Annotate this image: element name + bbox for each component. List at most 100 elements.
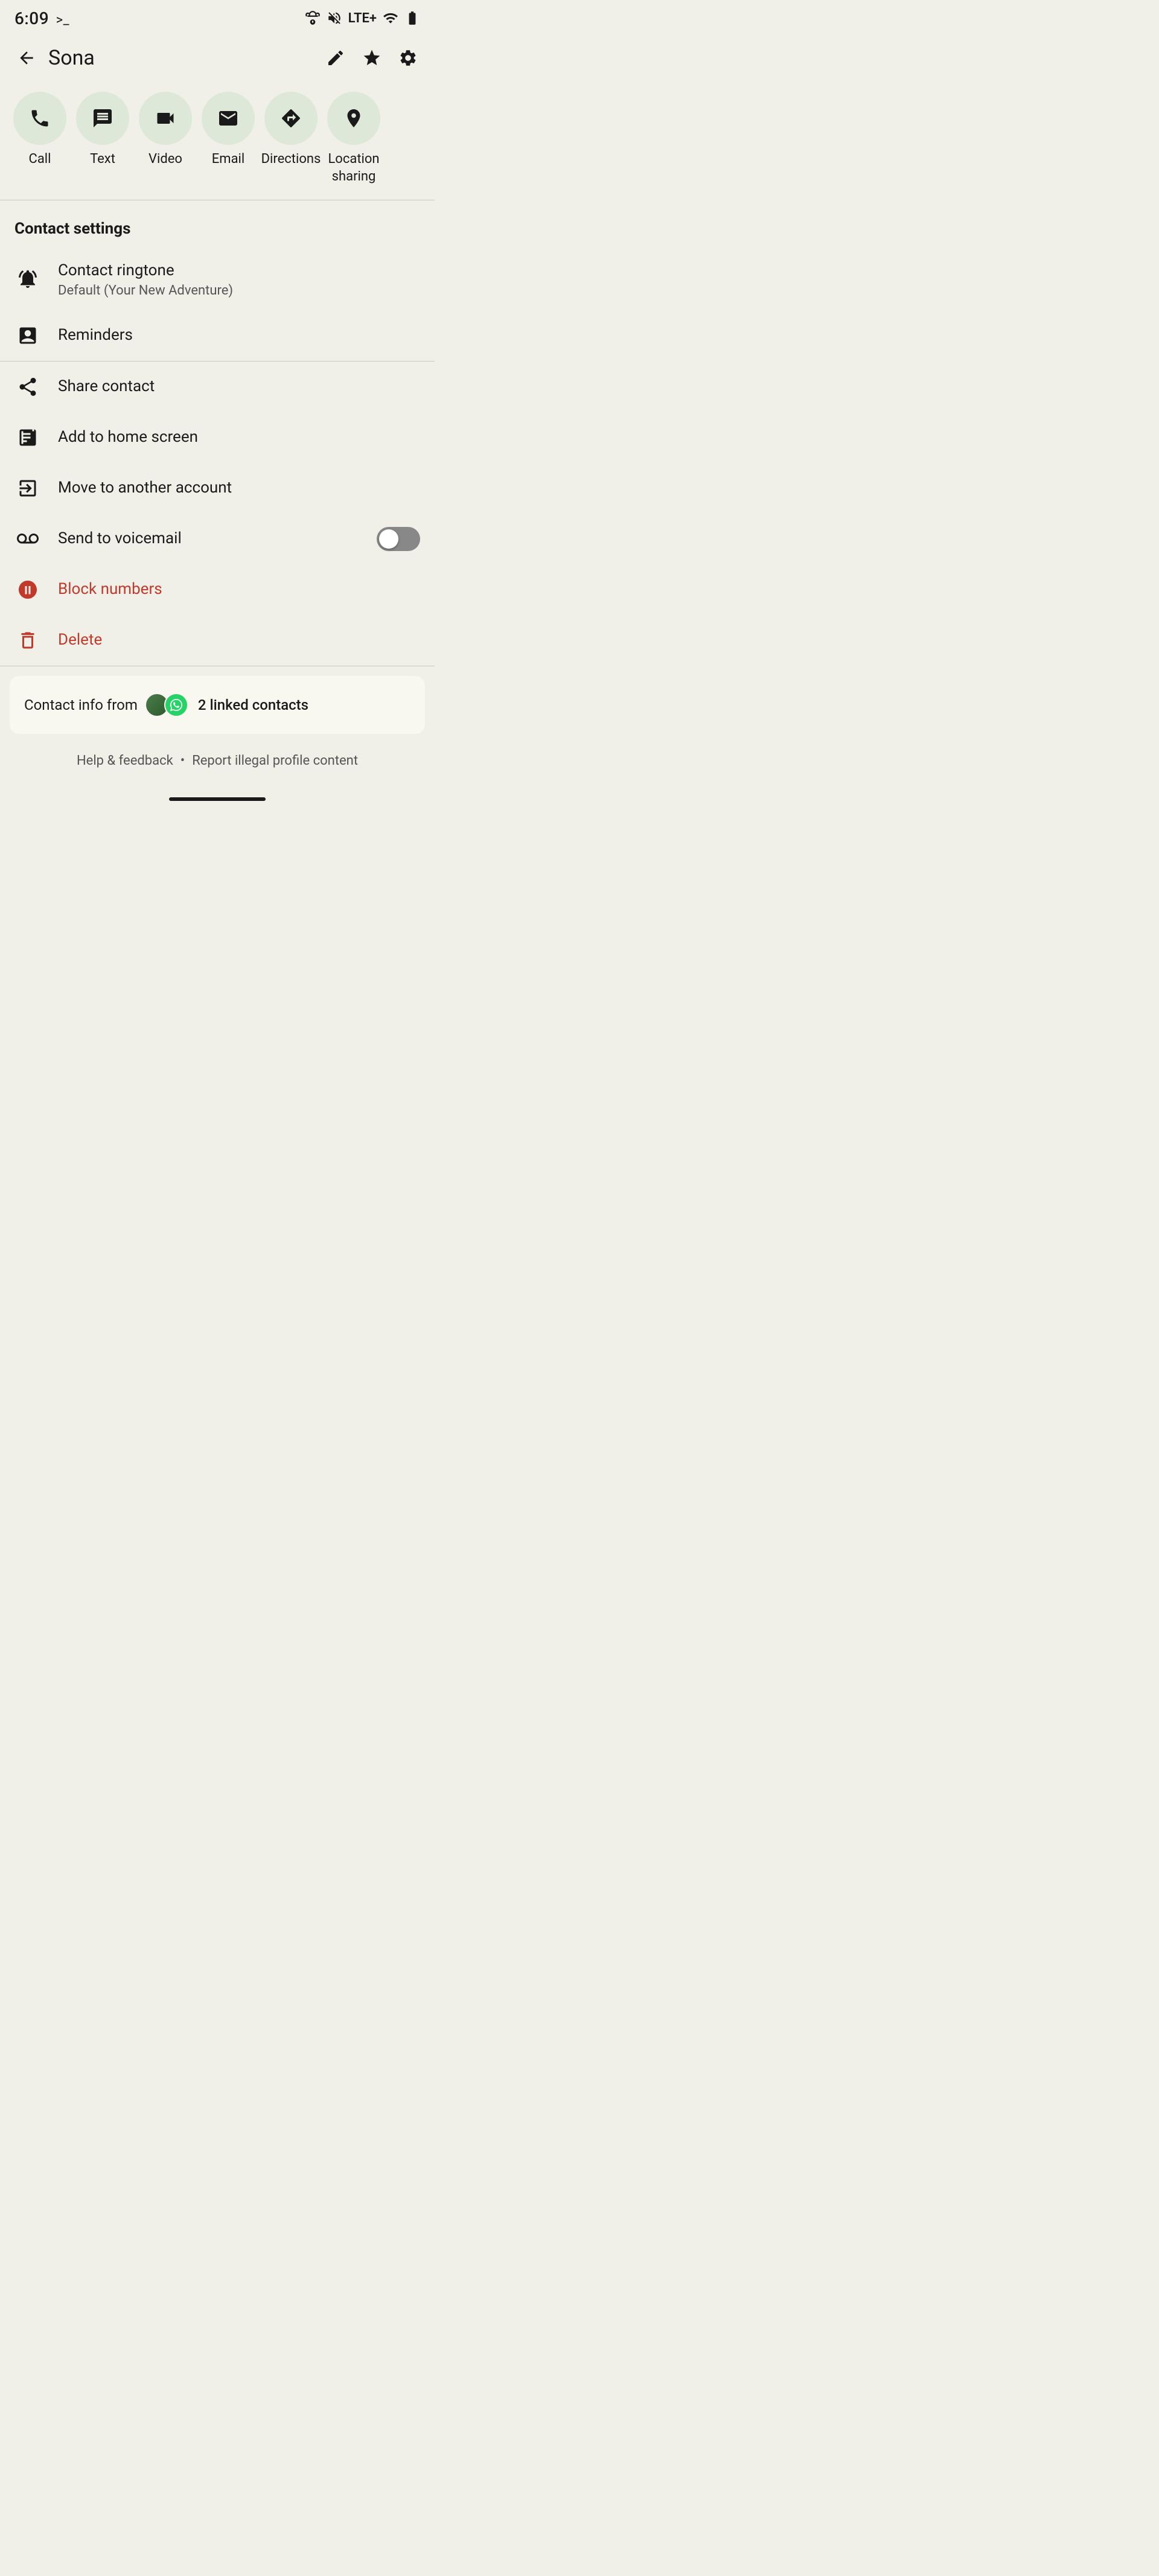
alarm-icon bbox=[305, 10, 321, 26]
toggle-thumb bbox=[379, 529, 398, 549]
footer-links: Help & feedback • Report illegal profile… bbox=[0, 734, 435, 788]
email-label: Email bbox=[212, 151, 244, 168]
reminders-item[interactable]: Reminders bbox=[0, 310, 435, 361]
homescreen-icon-container bbox=[14, 424, 41, 451]
reminders-text: Reminders bbox=[58, 324, 420, 346]
action-directions[interactable]: Directions bbox=[261, 92, 321, 185]
move-item[interactable]: Move to another account bbox=[0, 463, 435, 514]
action-video[interactable]: Video bbox=[135, 92, 196, 185]
battery-icon bbox=[404, 10, 420, 26]
ringtone-icon bbox=[17, 268, 39, 290]
directions-icon bbox=[280, 107, 302, 129]
reminders-icon bbox=[17, 325, 39, 346]
home-bar bbox=[169, 797, 266, 801]
action-email[interactable]: Email bbox=[198, 92, 258, 185]
action-location[interactable]: Locationsharing bbox=[324, 92, 384, 185]
homescreen-icon bbox=[17, 427, 39, 448]
voicemail-icon-container bbox=[14, 526, 41, 552]
edit-icon bbox=[326, 48, 345, 68]
share-primary: Share contact bbox=[58, 375, 420, 397]
homescreen-item[interactable]: Add to home screen bbox=[0, 412, 435, 463]
star-icon bbox=[362, 48, 382, 68]
linked-contacts-row: Contact info from 2 linked contacts bbox=[24, 693, 410, 717]
voicemail-toggle[interactable] bbox=[377, 527, 420, 551]
block-icon-container bbox=[14, 576, 41, 603]
status-time: 6:09 >_ bbox=[14, 8, 69, 28]
move-text: Move to another account bbox=[58, 477, 420, 499]
ringtone-item[interactable]: Contact ringtone Default (Your New Adven… bbox=[0, 247, 435, 310]
call-circle bbox=[13, 92, 66, 145]
favorite-button[interactable] bbox=[355, 41, 389, 75]
contact-name: Sona bbox=[48, 46, 319, 70]
settings-button[interactable] bbox=[391, 41, 425, 75]
voicemail-text: Send to voicemail bbox=[58, 528, 360, 549]
move-icon bbox=[17, 477, 39, 499]
email-circle bbox=[202, 92, 255, 145]
avatar-whatsapp bbox=[165, 694, 187, 716]
avatar-group bbox=[145, 693, 188, 717]
action-call[interactable]: Call bbox=[10, 92, 70, 185]
delete-primary: Delete bbox=[58, 629, 420, 651]
status-bar: 6:09 >_ LTE+ bbox=[0, 0, 435, 34]
delete-icon-container bbox=[14, 627, 41, 654]
block-primary: Block numbers bbox=[58, 578, 420, 600]
share-icon-container bbox=[14, 374, 41, 400]
footer-card[interactable]: Contact info from 2 linked contacts bbox=[10, 676, 425, 734]
app-bar: Sona bbox=[0, 34, 435, 82]
content-spacer bbox=[0, 811, 435, 2380]
ringtone-text: Contact ringtone Default (Your New Adven… bbox=[58, 260, 420, 298]
actions-row: Call Text Video Email bbox=[0, 82, 435, 200]
ringtone-primary: Contact ringtone bbox=[58, 260, 420, 281]
ringtone-secondary: Default (Your New Adventure) bbox=[58, 283, 420, 298]
move-icon-container bbox=[14, 475, 41, 502]
text-icon bbox=[92, 107, 113, 129]
delete-text: Delete bbox=[58, 629, 420, 651]
share-icon bbox=[17, 376, 39, 398]
action-text[interactable]: Text bbox=[72, 92, 133, 185]
help-link[interactable]: Help & feedback bbox=[77, 753, 173, 768]
video-circle bbox=[139, 92, 192, 145]
network-type: LTE+ bbox=[348, 11, 377, 26]
call-label: Call bbox=[29, 151, 51, 168]
call-icon bbox=[29, 107, 51, 129]
home-indicator bbox=[0, 788, 435, 811]
text-circle bbox=[76, 92, 129, 145]
share-item[interactable]: Share contact bbox=[0, 362, 435, 412]
back-button[interactable] bbox=[10, 41, 43, 75]
delete-item[interactable]: Delete bbox=[0, 615, 435, 666]
linked-info-text: Contact info from bbox=[24, 697, 138, 713]
avatar-2 bbox=[164, 693, 188, 717]
video-icon bbox=[155, 107, 176, 129]
text-label: Text bbox=[90, 151, 115, 168]
contact-settings-header: Contact settings bbox=[0, 200, 435, 247]
email-icon bbox=[217, 107, 239, 129]
mute-icon bbox=[327, 10, 342, 26]
voicemail-icon bbox=[17, 528, 39, 550]
reminders-icon-container bbox=[14, 322, 41, 349]
block-item[interactable]: Block numbers bbox=[0, 564, 435, 615]
report-link[interactable]: Report illegal profile content bbox=[192, 753, 358, 768]
directions-label: Directions bbox=[261, 151, 321, 168]
directions-circle bbox=[264, 92, 318, 145]
delete-icon bbox=[17, 630, 39, 651]
voicemail-item[interactable]: Send to voicemail bbox=[0, 514, 435, 564]
app-bar-actions bbox=[319, 41, 425, 75]
homescreen-text: Add to home screen bbox=[58, 426, 420, 448]
ringtone-icon-container bbox=[14, 266, 41, 292]
footer-separator: • bbox=[180, 753, 185, 768]
share-text: Share contact bbox=[58, 375, 420, 397]
settings-icon bbox=[398, 48, 418, 68]
edit-button[interactable] bbox=[319, 41, 353, 75]
video-label: Video bbox=[148, 151, 182, 168]
linked-count: 2 linked contacts bbox=[198, 697, 308, 713]
location-label: Locationsharing bbox=[328, 151, 379, 185]
reminders-primary: Reminders bbox=[58, 324, 420, 346]
signal-icon bbox=[383, 10, 398, 26]
block-icon bbox=[17, 579, 39, 601]
block-text: Block numbers bbox=[58, 578, 420, 600]
location-circle bbox=[327, 92, 380, 145]
location-icon bbox=[343, 107, 365, 129]
back-icon bbox=[17, 48, 36, 68]
voicemail-primary: Send to voicemail bbox=[58, 528, 360, 549]
status-icons: LTE+ bbox=[305, 10, 420, 26]
